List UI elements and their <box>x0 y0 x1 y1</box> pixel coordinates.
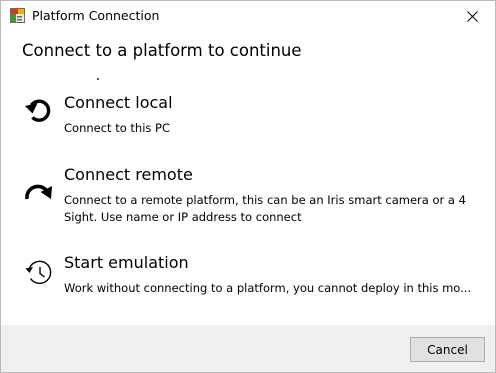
close-button[interactable] <box>449 1 495 32</box>
connect-local-option[interactable]: Connect local Connect to this PC <box>15 93 483 137</box>
option-title: Start emulation <box>64 253 189 272</box>
history-icon <box>23 256 55 288</box>
connect-remote-option[interactable]: Connect remote Connect to a remote platf… <box>15 165 483 224</box>
option-description: Connect to this PC <box>64 121 171 135</box>
window-title: Platform Connection <box>32 8 160 23</box>
start-emulation-option[interactable]: Start emulation Work without connecting … <box>15 253 483 297</box>
option-title: Connect remote <box>64 165 193 184</box>
redo-arrow-icon <box>23 177 55 209</box>
option-title: Connect local <box>64 93 173 112</box>
title-bar[interactable]: Platform Connection <box>1 1 495 32</box>
close-icon <box>466 7 478 26</box>
decorative-dot <box>97 78 99 80</box>
dialog-footer: Cancel <box>1 325 495 372</box>
platform-connection-dialog: Platform Connection Connect to a platfor… <box>0 0 496 373</box>
rotate-left-arrow-icon <box>23 94 55 126</box>
dialog-heading: Connect to a platform to continue <box>22 41 302 60</box>
app-logo-icon <box>10 8 25 23</box>
cancel-button[interactable]: Cancel <box>410 337 485 362</box>
option-description: Connect to a remote platform, this can b… <box>64 193 466 224</box>
option-description: Work without connecting to a platform, y… <box>64 281 472 295</box>
